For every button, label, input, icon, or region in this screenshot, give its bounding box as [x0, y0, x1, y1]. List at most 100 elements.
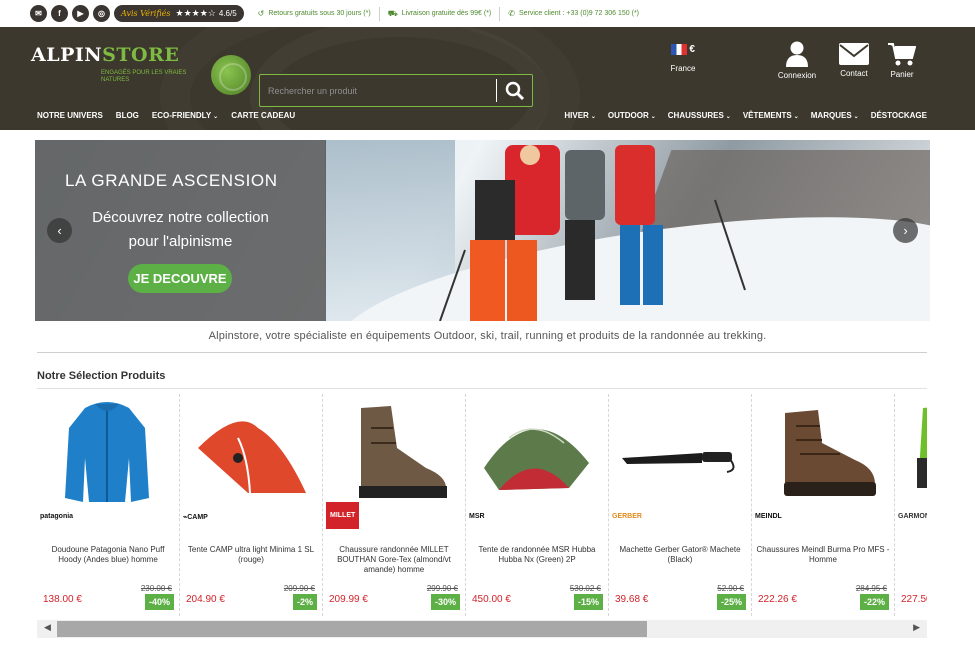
panier-link[interactable]: Panier — [886, 42, 918, 79]
connexion-link[interactable]: Connexion — [774, 41, 820, 80]
search-input[interactable] — [260, 75, 496, 106]
nav-item-right-4[interactable]: MARQUES ⌄ — [811, 111, 859, 120]
contact-link[interactable]: Contact — [834, 43, 874, 78]
product-old-price: 209.90 € — [283, 584, 315, 593]
product-old-price: 299.90 € — [426, 584, 458, 593]
horizontal-scrollbar[interactable]: ◀ ▶ — [37, 620, 927, 638]
product-image[interactable] — [760, 398, 885, 506]
hero-subtitle: Découvrez notre collection pour l'alpini… — [35, 206, 326, 254]
currency-label: € — [689, 44, 695, 55]
chevron-down-icon: ⌄ — [853, 114, 859, 120]
nav-item-left-2[interactable]: ECO-FRIENDLY ⌄ — [152, 111, 218, 120]
nav-item-left-0[interactable]: NOTRE UNIVERS — [37, 111, 103, 120]
scrollbar-thumb[interactable] — [57, 621, 647, 637]
discount-badge: -30% — [430, 594, 460, 610]
product-old-price: 284.95 € — [855, 584, 887, 593]
product-name[interactable]: Tente de randonnée MSR Hubba Hubba Nx (G… — [470, 545, 604, 565]
nav-item-label: MARQUES — [810, 111, 852, 120]
logo-tagline: ENGAGÉS POUR LES VRAIES NATURES — [101, 70, 187, 83]
retours-info[interactable]: ↺ Retours gratuits sous 30 jours (*) — [250, 6, 380, 21]
nav-item-label: ECO-FRIENDLY — [151, 111, 212, 120]
carousel-prev-button[interactable]: ‹ — [47, 218, 72, 243]
logo-globe-icon — [211, 55, 251, 95]
product-name[interactable]: Chauss Extre — [899, 545, 927, 555]
avis-verifies-badge[interactable]: Avis Vérifiés ★★★★☆ 4.6/5 — [114, 5, 244, 22]
product-card[interactable]: ⌁CAMP Tente CAMP ultra light Minima 1 SL … — [180, 394, 323, 616]
scroll-left-icon[interactable]: ◀ — [44, 622, 51, 633]
product-card[interactable]: MILLET Chaussure randonnée MILLET BOUTHAN… — [323, 394, 466, 616]
product-name[interactable]: Doudoune Patagonia Nano Puff Hoody (Ande… — [41, 545, 175, 565]
nav-item-left-1[interactable]: BLOG — [116, 111, 139, 120]
chevron-down-icon: ⌄ — [650, 114, 656, 120]
product-name[interactable]: Chaussure randonnée MILLET BOUTHAN Gore-… — [327, 545, 461, 575]
site-logo[interactable]: ALPINSTORE ENGAGÉS POUR LES VRAIES NATUR… — [31, 44, 251, 95]
product-image[interactable] — [45, 398, 170, 506]
product-image[interactable] — [617, 398, 742, 506]
connexion-label: Connexion — [777, 71, 817, 80]
product-card[interactable]: GARMON Chauss Extre 227.50 — [895, 394, 927, 616]
product-card[interactable]: patagonia Doudoune Patagonia Nano Puff Ho… — [37, 394, 180, 616]
hero-banner[interactable]: LA GRANDE ASCENSION Découvrez notre coll… — [35, 140, 930, 321]
service-info[interactable]: ✆ Service client : +33 (0)9 72 306 150 (… — [500, 7, 647, 21]
top-bar: ✉ f ▶ ◎ Avis Vérifiés ★★★★☆ 4.6/5 ↺ Reto… — [0, 0, 975, 27]
carousel-next-button[interactable]: › — [893, 218, 918, 243]
facebook-icon[interactable]: f — [51, 5, 68, 22]
nav-item-label: VÊTEMENTS — [742, 111, 792, 120]
envelope-icon — [839, 43, 869, 65]
search-icon — [505, 81, 524, 100]
return-icon: ↺ — [257, 9, 265, 18]
nav-item-label: OUTDOOR — [607, 111, 649, 120]
panier-label: Panier — [890, 70, 914, 79]
chevron-down-icon: ⌄ — [793, 114, 799, 120]
chevron-down-icon: ⌄ — [213, 114, 219, 120]
brand-logo: MEINDL — [755, 513, 782, 520]
brand-logo: ⌁CAMP — [183, 514, 208, 521]
nav-item-left-3[interactable]: CARTE CADEAU — [231, 111, 295, 120]
discount-badge: -40% — [144, 594, 174, 610]
mail-icon[interactable]: ✉ — [30, 5, 47, 22]
product-price: 222.26 € — [758, 594, 797, 605]
instagram-icon[interactable]: ◎ — [93, 5, 110, 22]
nav-item-label: NOTRE UNIVERS — [37, 111, 103, 120]
livraison-info[interactable]: ⛟ Livraison gratuite dès 99€ (*) — [380, 6, 501, 21]
cart-icon — [888, 43, 916, 66]
product-card[interactable]: GERBER Machette Gerber Gator® Machete (Bl… — [609, 394, 752, 616]
product-image[interactable] — [188, 398, 313, 506]
search-button[interactable] — [496, 79, 532, 102]
product-image[interactable] — [474, 398, 599, 506]
retours-text: Retours gratuits sous 30 jours (*) — [268, 10, 371, 17]
product-name[interactable]: Tente CAMP ultra light Minima 1 SL (roug… — [184, 545, 318, 565]
avis-brand: Avis Vérifiés — [121, 9, 171, 18]
divider — [37, 388, 927, 389]
product-old-price: 230.00 € — [140, 584, 172, 593]
nav-item-right-2[interactable]: CHAUSSURES ⌄ — [668, 111, 731, 120]
avis-score: 4.6/5 — [218, 9, 237, 18]
nav-item-label: DÉSTOCKAGE — [870, 111, 927, 120]
country-selector[interactable]: € France — [665, 44, 701, 73]
product-image[interactable] — [331, 398, 456, 506]
selection-title: Notre Sélection Produits — [37, 370, 166, 382]
country-label: France — [670, 64, 696, 74]
youtube-icon[interactable]: ▶ — [72, 5, 89, 22]
discount-badge: -2% — [292, 594, 317, 610]
contact-label: Contact — [840, 69, 868, 78]
product-card[interactable]: MSR Tente de randonnée MSR Hubba Hubba Nx… — [466, 394, 609, 616]
nav-item-right-3[interactable]: VÊTEMENTS ⌄ — [743, 111, 799, 120]
product-image[interactable] — [903, 398, 927, 506]
product-name[interactable]: Machette Gerber Gator® Machete (Black) — [613, 545, 747, 565]
hero-cta-button[interactable]: JE DECOUVRE — [128, 264, 232, 293]
main-header: ALPINSTORE ENGAGÉS POUR LES VRAIES NATUR… — [0, 27, 975, 130]
brand-logo: GERBER — [612, 513, 642, 520]
divider — [37, 352, 927, 353]
hero-subtitle-line-1: Découvrez notre collection — [92, 209, 269, 226]
scroll-right-icon[interactable]: ▶ — [913, 622, 920, 633]
nav-item-right-0[interactable]: HIVER ⌄ — [564, 111, 595, 120]
nav-item-right-5[interactable]: DÉSTOCKAGE — [871, 111, 927, 120]
logo-text-store: STORE — [102, 44, 180, 66]
hero-text-panel: LA GRANDE ASCENSION Découvrez notre coll… — [35, 140, 326, 321]
hero-subtitle-line-2: pour l'alpinisme — [128, 233, 233, 250]
nav-item-right-1[interactable]: OUTDOOR ⌄ — [608, 111, 656, 120]
discount-badge: -25% — [716, 594, 746, 610]
product-card[interactable]: MEINDL Chaussures Meindl Burma Pro MFS - … — [752, 394, 895, 616]
product-name[interactable]: Chaussures Meindl Burma Pro MFS - Homme — [756, 545, 890, 565]
